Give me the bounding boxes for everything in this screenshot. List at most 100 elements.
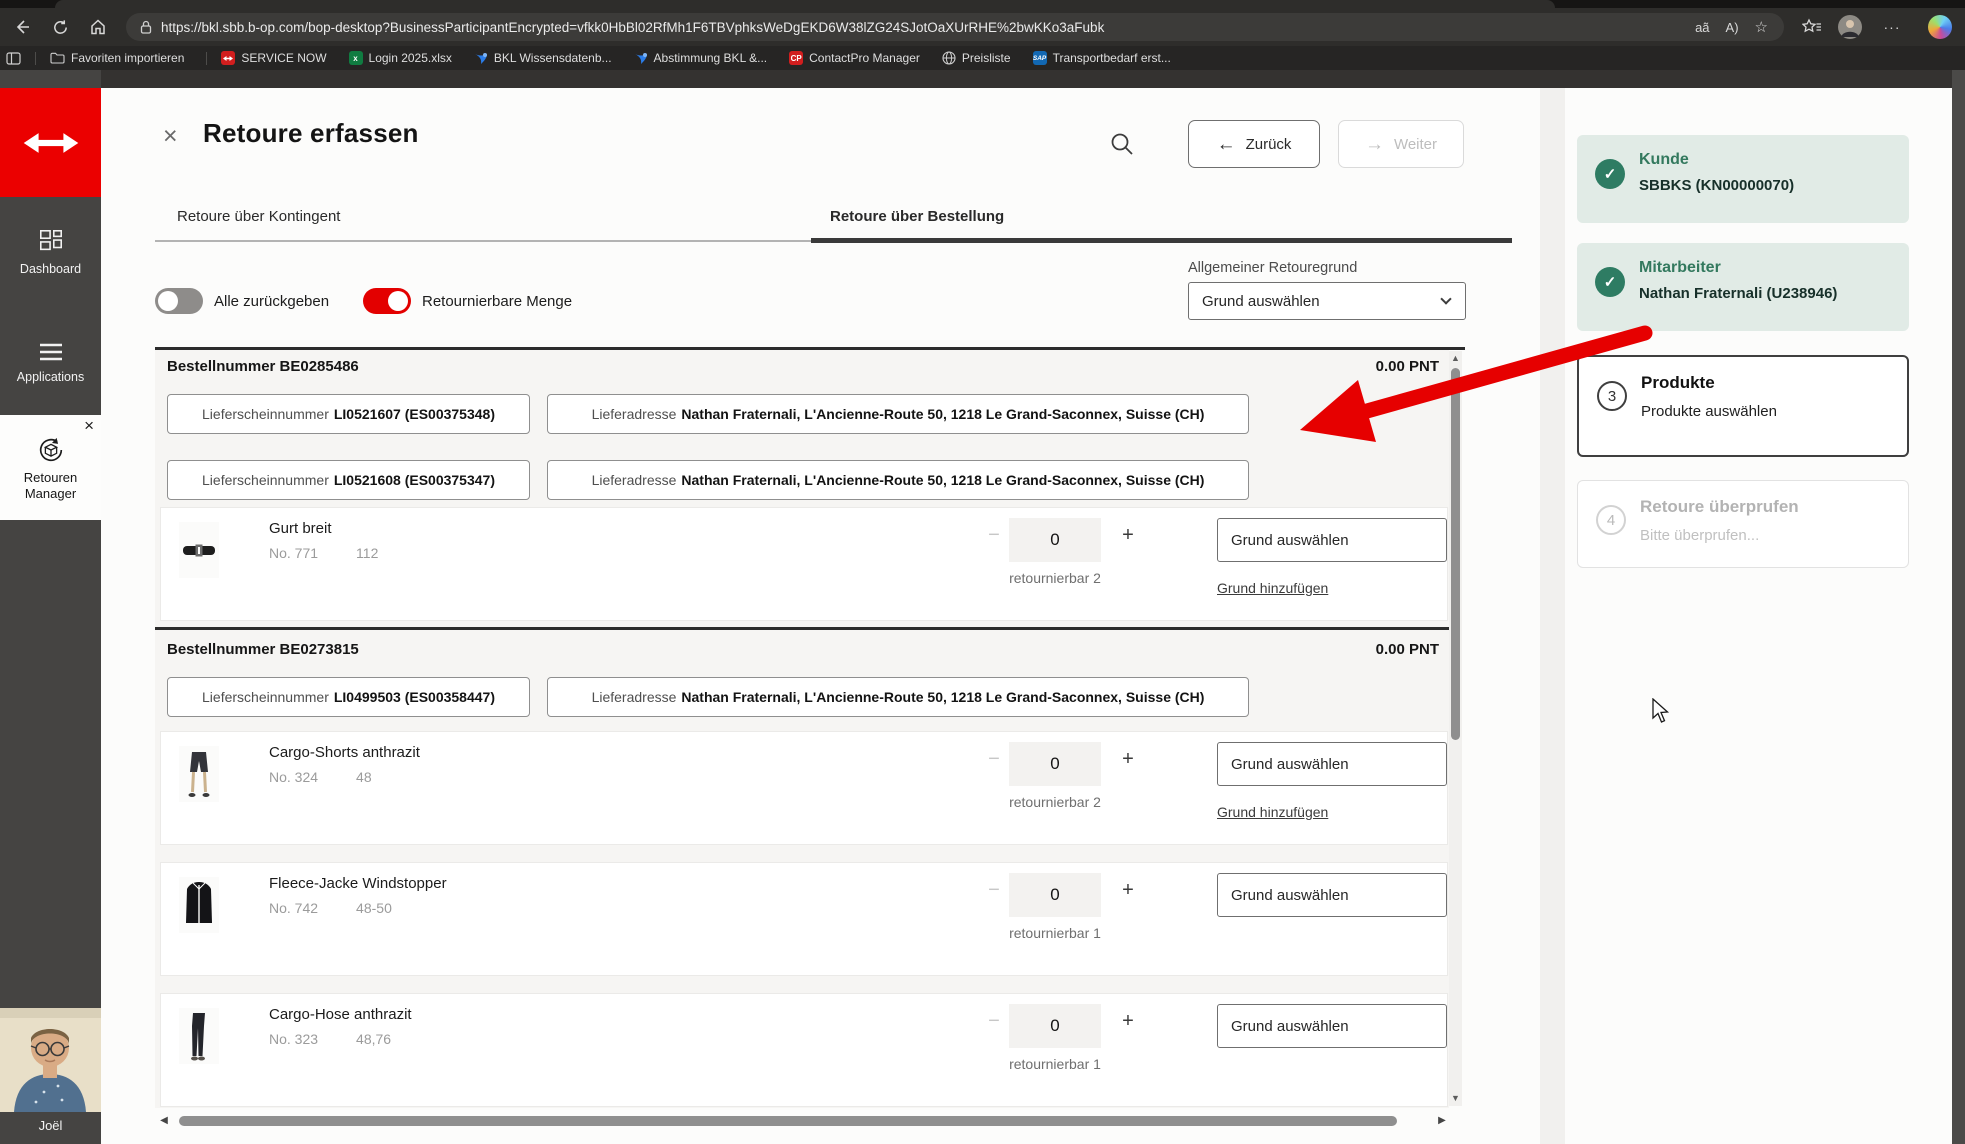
favorites-list-button[interactable]: [1800, 15, 1824, 39]
search-button[interactable]: [1109, 131, 1135, 162]
back-button[interactable]: ← Zurück: [1188, 120, 1320, 168]
check-circle-icon: ✓: [1595, 159, 1625, 189]
quantity-plus-button[interactable]: +: [1117, 879, 1139, 902]
delivery-address-button[interactable]: Lieferadresse Nathan Fraternali, L'Ancie…: [547, 677, 1249, 717]
toggle-alle-zurueckgeben[interactable]: [155, 288, 203, 314]
scroll-right-icon[interactable]: ▶: [1435, 1116, 1449, 1126]
quantity-minus-button[interactable]: −: [983, 748, 1005, 771]
delivery-address-button[interactable]: Lieferadresse Nathan Fraternali, L'Ancie…: [547, 394, 1249, 434]
sidebar-item-dashboard[interactable]: Dashboard: [0, 228, 101, 276]
step-retoure-ueberprufen[interactable]: 4 Retoure überprufen Bitte überprufen...: [1577, 480, 1909, 568]
step-title: Retoure überprufen: [1640, 497, 1799, 516]
product-image-pants: [179, 1008, 219, 1064]
quantity-plus-button[interactable]: +: [1117, 748, 1139, 771]
tab-retoure-bestellung[interactable]: Retoure über Bestellung: [830, 208, 1004, 225]
step-kunde[interactable]: ✓ Kunde SBBKS (KN00000070): [1577, 135, 1909, 223]
translate-icon[interactable]: aã: [1695, 20, 1709, 35]
favorite-item-login-xlsx[interactable]: x Login 2025.xlsx: [348, 51, 452, 65]
delivery-note-number-button[interactable]: Lieferscheinnummer LI0521607 (ES00375348…: [167, 394, 530, 434]
close-app-icon[interactable]: ×: [84, 417, 94, 434]
product-reason-select[interactable]: Grund auswählen: [1217, 873, 1447, 917]
address-bar[interactable]: https://bkl.sbb.b-op.com/bop-desktop?Bus…: [126, 13, 1784, 41]
horizontal-scrollbar-thumb[interactable]: [179, 1116, 1397, 1126]
scroll-left-icon[interactable]: ◀: [157, 1116, 171, 1126]
sap-icon: SAP: [1032, 51, 1047, 65]
browser-profile-avatar[interactable]: [1838, 15, 1862, 39]
sidebar-item-label: Applications: [16, 370, 85, 384]
quantity-input[interactable]: 0: [1009, 873, 1101, 917]
general-reason-label: Allgemeiner Retouregrund: [1188, 260, 1358, 276]
retoure-erfassen-dialog: × Retoure erfassen ← Zurück → Weiter Ret…: [101, 88, 1540, 1144]
product-name: Cargo-Shorts anthrazit: [269, 744, 420, 761]
product-reason-select[interactable]: Grund auswählen: [1217, 1004, 1447, 1048]
sbb-logo[interactable]: [0, 88, 101, 197]
product-meta: No. 323 48,76: [269, 1031, 392, 1047]
step-mitarbeiter[interactable]: ✓ Mitarbeiter Nathan Fraternali (U238946…: [1577, 243, 1909, 331]
return-box-icon: [0, 435, 101, 465]
favorite-item-contactpro[interactable]: CP ContactPro Manager: [789, 51, 920, 65]
app-sidebar: Dashboard Applications × Retouren Manage…: [0, 70, 101, 1144]
search-icon: [1111, 133, 1133, 155]
favorite-item-import[interactable]: Favoriten importieren: [50, 51, 184, 65]
order-list: Bestellnummer BE0285486 0.00 PNT Liefers…: [155, 350, 1449, 1108]
product-row: Gurt breit No. 771 112 − 0 + retournierba…: [160, 507, 1448, 621]
product-reason-select[interactable]: Grund auswählen: [1217, 518, 1447, 562]
quantity-input[interactable]: 0: [1009, 1004, 1101, 1048]
step-produkte[interactable]: 3 Produkte Produkte auswählen: [1577, 355, 1909, 457]
browser-home-button[interactable]: [86, 15, 110, 39]
page-top-band: [0, 70, 1965, 88]
product-image-jacket: [179, 877, 219, 933]
sidebar-item-label: Retouren Manager: [23, 470, 78, 502]
quantity-minus-button[interactable]: −: [983, 1010, 1005, 1033]
general-reason-select[interactable]: Grund auswählen: [1188, 282, 1466, 320]
favorite-item-transportbedarf[interactable]: SAP Transportbedarf erst...: [1032, 51, 1171, 65]
copilot-button[interactable]: [1928, 15, 1952, 39]
vertical-scrollbar[interactable]: ▲ ▼: [1449, 351, 1462, 1106]
step-subtitle: SBBKS (KN00000070): [1639, 177, 1795, 194]
profile-photo[interactable]: [0, 1008, 101, 1112]
divider: [35, 51, 36, 65]
product-reason-select[interactable]: Grund auswählen: [1217, 742, 1447, 786]
step-subtitle: Bitte überprufen...: [1640, 527, 1760, 544]
favorite-item-bkl-wissensdatenbank[interactable]: BKL Wissensdatenb...: [474, 51, 612, 65]
favorite-item-abstimmung-bkl[interactable]: Abstimmung BKL &...: [634, 51, 767, 65]
scroll-down-icon[interactable]: ▼: [1449, 1094, 1462, 1103]
toggle-retournierbare-menge[interactable]: [363, 288, 411, 314]
profile-name: Joël: [0, 1112, 101, 1144]
sidebar-item-applications[interactable]: Applications: [0, 342, 101, 384]
add-reason-link[interactable]: Grund hinzufügen: [1217, 580, 1328, 596]
sidebar-item-retouren-manager[interactable]: × Retouren Manager: [0, 415, 101, 520]
refresh-icon: [53, 19, 67, 34]
favorite-item-preisliste[interactable]: Preisliste: [942, 51, 1011, 65]
favorite-item-servicenow[interactable]: SERVICE NOW: [221, 51, 327, 65]
browser-active-tab[interactable]: [55, 0, 1555, 8]
scroll-up-icon[interactable]: ▲: [1449, 354, 1462, 363]
add-reason-link[interactable]: Grund hinzufügen: [1217, 804, 1328, 820]
read-aloud-icon[interactable]: A): [1726, 20, 1739, 35]
step-subtitle: Nathan Fraternali (U238946): [1639, 285, 1838, 302]
returnable-count: retournierbar 2: [1009, 570, 1101, 586]
quantity-plus-button[interactable]: +: [1117, 1010, 1139, 1033]
browser-refresh-button[interactable]: [48, 15, 72, 39]
sidebar-panel-button[interactable]: [6, 51, 21, 65]
delivery-note-number-button[interactable]: Lieferscheinnummer LI0521608 (ES00375347…: [167, 460, 530, 500]
horizontal-scrollbar[interactable]: ◀ ▶: [157, 1112, 1449, 1130]
next-button[interactable]: → Weiter: [1338, 120, 1464, 168]
ribbon-icon: [634, 52, 647, 64]
quantity-input[interactable]: 0: [1009, 518, 1101, 562]
delivery-address-button[interactable]: Lieferadresse Nathan Fraternali, L'Ancie…: [547, 460, 1249, 500]
add-favorite-star-icon[interactable]: ☆: [1755, 18, 1768, 36]
quantity-plus-button[interactable]: +: [1117, 524, 1139, 547]
sbb-logo-icon: [23, 132, 78, 153]
dialog-close-icon[interactable]: ×: [163, 124, 178, 149]
delivery-note-number-button[interactable]: Lieferscheinnummer LI0499503 (ES00358447…: [167, 677, 530, 717]
quantity-minus-button[interactable]: −: [983, 879, 1005, 902]
browser-menu-button[interactable]: ···: [1880, 15, 1904, 39]
browser-back-button[interactable]: [10, 15, 34, 39]
vertical-scrollbar-thumb[interactable]: [1451, 368, 1460, 740]
tab-retoure-kontingent[interactable]: Retoure über Kontingent: [177, 208, 340, 225]
ellipsis-icon: ···: [1883, 19, 1901, 35]
quantity-minus-button[interactable]: −: [983, 524, 1005, 547]
panel-seam: [1540, 88, 1565, 1144]
quantity-input[interactable]: 0: [1009, 742, 1101, 786]
